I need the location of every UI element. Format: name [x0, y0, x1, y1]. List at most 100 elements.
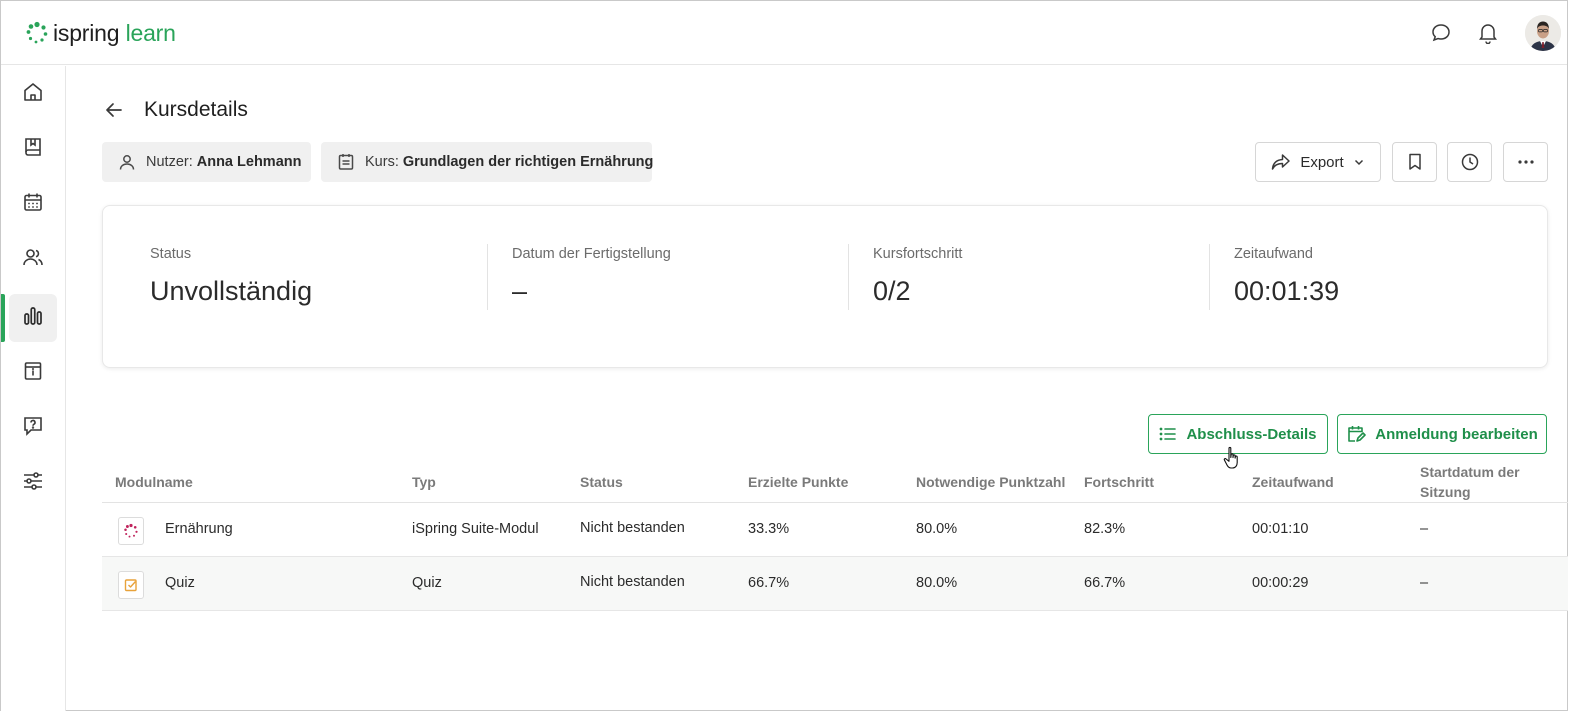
divider [487, 244, 488, 310]
cell-passing-score: 80.0% [916, 521, 958, 537]
column-header-score[interactable]: Erzielte Punkte [748, 472, 848, 492]
cell-status: Nicht bestanden [580, 574, 685, 590]
edit-enrollment-label: Anmeldung bearbeiten [1375, 425, 1538, 443]
divider [848, 244, 849, 310]
user-chip-label: Nutzer: [146, 154, 193, 170]
quiz-icon [118, 571, 144, 599]
cell-type: Quiz [412, 575, 442, 591]
sidebar-item-calendar[interactable] [9, 180, 57, 228]
completion-details-label: Abschluss-Details [1186, 425, 1317, 443]
column-header-progress[interactable]: Fortschritt [1084, 472, 1154, 492]
logo-brand: ispring [53, 19, 120, 46]
stat-completion-date-label: Datum der Fertigstellung [512, 246, 671, 262]
column-header-time-spent[interactable]: Zeitaufwand [1252, 472, 1334, 492]
cell-passing-score: 80.0% [916, 575, 958, 591]
ispring-module-icon [118, 517, 144, 545]
cell-session-start: – [1420, 521, 1429, 537]
cell-time-spent: 00:00:29 [1252, 575, 1309, 591]
back-button[interactable] [101, 99, 127, 125]
reports-icon [22, 305, 44, 332]
question-icon [22, 415, 44, 442]
clock-icon [1460, 152, 1480, 172]
stat-course-progress-value: 0/2 [873, 276, 911, 306]
stat-status: Status Unvollständig [150, 246, 312, 307]
calendar-edit-icon [1346, 424, 1367, 444]
history-button[interactable] [1447, 142, 1492, 182]
more-horizontal-icon [1517, 159, 1535, 165]
modules-table: Modulname Typ Status Erzielte Punkte Not… [102, 460, 1568, 611]
sidebar [1, 66, 66, 711]
sidebar-item-info-pages[interactable] [9, 349, 57, 397]
course-chip-value: Grundlagen der richtigen Ernährung [402, 154, 654, 170]
export-button[interactable]: Export [1255, 142, 1381, 182]
cell-score: 66.7% [748, 575, 790, 591]
avatar[interactable] [1525, 15, 1561, 51]
bell-icon[interactable] [1474, 19, 1502, 47]
table-header: Modulname Typ Status Erzielte Punkte Not… [102, 460, 1568, 503]
info-page-icon [22, 360, 44, 387]
divider [1209, 244, 1210, 310]
sidebar-item-users[interactable] [9, 235, 57, 283]
summary-card: Status Unvollständig Datum der Fertigste… [102, 205, 1548, 368]
cell-status: Nicht bestanden [580, 520, 685, 536]
cell-module-name[interactable]: Quiz [165, 575, 195, 591]
bookmark-icon [1408, 153, 1422, 171]
top-bar: ispring learn [1, 1, 1567, 65]
stat-status-label: Status [150, 246, 192, 262]
sidebar-active-indicator [1, 294, 5, 342]
cell-time-spent: 00:01:10 [1252, 521, 1309, 537]
sidebar-item-reports[interactable] [9, 294, 57, 342]
stat-course-progress-label: Kursfortschritt [873, 246, 963, 262]
stat-time-spent: Zeitaufwand 00:01:39 [1234, 246, 1339, 307]
page-title: Kursdetails [144, 98, 248, 121]
table-row[interactable]: Ernährung iSpring Suite-Modul Nicht best… [102, 503, 1568, 557]
arrow-left-icon [104, 100, 124, 125]
sidebar-item-questions[interactable] [9, 404, 57, 452]
user-filter-chip[interactable]: Nutzer: Anna Lehmann [102, 142, 311, 182]
cell-progress: 66.7% [1084, 575, 1126, 591]
column-header-type[interactable]: Typ [412, 472, 436, 492]
course-filter-chip[interactable]: Kurs: Grundlagen der richtigen Ernährung [321, 142, 654, 182]
column-header-status[interactable]: Status [580, 472, 623, 492]
cell-type: iSpring Suite-Modul [412, 521, 539, 537]
home-icon [22, 81, 44, 108]
more-button[interactable] [1503, 142, 1548, 182]
stat-time-spent-label: Zeitaufwand [1234, 246, 1313, 262]
logo[interactable]: ispring learn [25, 19, 176, 47]
list-icon [1159, 426, 1177, 442]
cell-session-start: – [1420, 575, 1429, 591]
hand-cursor-icon [1223, 446, 1243, 472]
column-header-session-start[interactable]: Startdatum der Sitzung [1420, 462, 1540, 502]
export-label: Export [1300, 153, 1344, 171]
ispring-logo-icon [25, 21, 49, 45]
cell-progress: 82.3% [1084, 521, 1126, 537]
chat-icon[interactable] [1427, 19, 1455, 47]
stat-time-spent-value: 00:01:39 [1234, 276, 1340, 306]
stat-course-progress: Kursfortschritt 0/2 [873, 246, 962, 307]
settings-sliders-icon [22, 470, 44, 497]
column-header-passing-score[interactable]: Notwendige Punktzahl [916, 472, 1065, 492]
calendar-icon [22, 191, 44, 218]
chevron-down-icon [1353, 156, 1365, 168]
course-icon [337, 153, 355, 171]
course-chip-label: Kurs: [365, 154, 399, 170]
app-window: ispring learn Kursdetails Nutzer: Anna L… [0, 0, 1568, 711]
bookmark-button[interactable] [1392, 142, 1437, 182]
column-header-module-name[interactable]: Modulname [115, 472, 193, 492]
table-row[interactable]: Quiz Quiz Nicht bestanden 66.7% 80.0% 66… [102, 557, 1568, 611]
cell-module-name[interactable]: Ernährung [165, 521, 233, 537]
user-chip-value: Anna Lehmann [196, 154, 302, 170]
logo-product: learn [125, 19, 176, 46]
share-arrow-icon [1271, 153, 1291, 171]
user-icon [118, 153, 136, 171]
book-icon [22, 136, 44, 163]
cell-score: 33.3% [748, 521, 790, 537]
edit-enrollment-button[interactable]: Anmeldung bearbeiten [1337, 414, 1547, 454]
stat-completion-date: Datum der Fertigstellung – [512, 246, 671, 307]
users-icon [22, 246, 44, 273]
sidebar-item-settings[interactable] [9, 459, 57, 507]
stat-status-value: Unvollständig [150, 276, 313, 306]
sidebar-item-library[interactable] [9, 125, 57, 173]
stat-completion-date-value: – [512, 276, 528, 306]
sidebar-item-home[interactable] [9, 70, 57, 118]
